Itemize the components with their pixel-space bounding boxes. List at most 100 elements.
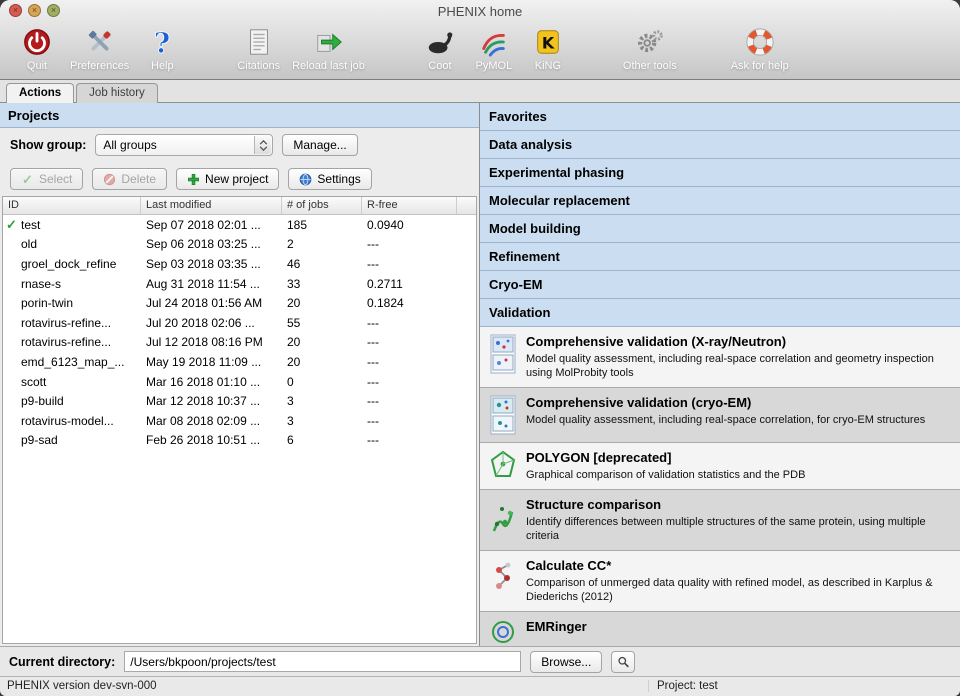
- tab-job-history[interactable]: Job history: [76, 83, 158, 103]
- emringer-icon: [489, 619, 517, 645]
- column-header-filler: [457, 197, 476, 214]
- delete-button[interactable]: Delete: [92, 168, 167, 190]
- toolbar-item-preferences[interactable]: Preferences: [64, 25, 135, 73]
- title-bar: × × × PHENIX home: [0, 0, 960, 22]
- project-job-count: 46: [282, 257, 362, 271]
- tab-actions[interactable]: Actions: [6, 83, 74, 103]
- toolbar-item-pymol[interactable]: PyMOL: [467, 25, 521, 73]
- toolbar-item-citations[interactable]: Citations: [231, 25, 286, 73]
- toolbar-item-coot[interactable]: Coot: [413, 25, 467, 73]
- group-select[interactable]: All groups: [95, 134, 273, 156]
- category-header[interactable]: Validation: [480, 299, 960, 327]
- current-project-status-text: Project: test: [648, 680, 718, 692]
- project-last-modified: Jul 20 2018 02:06 ...: [141, 316, 282, 330]
- toolbar-item-reload-last-job[interactable]: Reload last job: [286, 25, 371, 73]
- settings-button[interactable]: Settings: [288, 168, 371, 190]
- search-directory-button[interactable]: [611, 651, 635, 673]
- category-header[interactable]: Cryo-EM: [480, 271, 960, 299]
- manage-button-label: Manage...: [293, 138, 346, 152]
- show-group-label: Show group:: [10, 138, 86, 152]
- category-header[interactable]: Model building: [480, 215, 960, 243]
- project-row[interactable]: ✓ p9-build Mar 12 2018 10:37 ... 3 ---: [3, 391, 476, 411]
- project-row[interactable]: ✓ porin-twin Jul 24 2018 01:56 AM 20 0.1…: [3, 293, 476, 313]
- project-id: groel_dock_refine: [21, 257, 116, 271]
- project-row[interactable]: ✓ scott Mar 16 2018 01:10 ... 0 ---: [3, 372, 476, 392]
- project-row[interactable]: ✓ rotavirus-refine... Jul 20 2018 02:06 …: [3, 313, 476, 333]
- validation-item-polygon[interactable]: POLYGON [deprecated] Graphical compariso…: [480, 443, 960, 490]
- manage-button[interactable]: Manage...: [282, 134, 357, 156]
- delete-icon: [103, 173, 116, 186]
- project-rfree: ---: [362, 375, 457, 389]
- directory-bar: Current directory: Browse...: [0, 646, 960, 676]
- project-row[interactable]: ✓ p9-sad Feb 26 2018 10:51 ... 6 ---: [3, 431, 476, 451]
- toolbar-label: PyMOL: [476, 60, 513, 72]
- category-header[interactable]: Favorites: [480, 103, 960, 131]
- toolbar-item-quit[interactable]: Quit: [10, 25, 64, 73]
- column-header-jobs[interactable]: # of jobs: [282, 197, 362, 214]
- delete-button-label: Delete: [121, 172, 156, 186]
- validation-item-title: Comprehensive validation (cryo-EM): [526, 395, 925, 410]
- project-job-count: 20: [282, 296, 362, 310]
- browse-button[interactable]: Browse...: [530, 651, 602, 673]
- zoom-window-button[interactable]: ×: [47, 4, 60, 17]
- category-label: Refinement: [489, 249, 560, 264]
- project-rfree: ---: [362, 316, 457, 330]
- close-window-button[interactable]: ×: [9, 4, 22, 17]
- project-job-count: 3: [282, 394, 362, 408]
- category-label: Experimental phasing: [489, 165, 624, 180]
- project-id: old: [21, 237, 37, 251]
- new-project-button[interactable]: New project: [176, 168, 279, 190]
- validation-item-calculate-cc[interactable]: Calculate CC* Comparison of unmerged dat…: [480, 551, 960, 612]
- select-button-label: Select: [39, 172, 72, 186]
- project-id: rotavirus-refine...: [21, 335, 111, 349]
- toolbar-item-help[interactable]: ? Help: [135, 25, 189, 73]
- project-last-modified: May 19 2018 11:09 ...: [141, 355, 282, 369]
- quit-icon: [21, 26, 53, 58]
- toolbar-item-ask-for-help[interactable]: Ask for help: [725, 25, 795, 73]
- validation-item-structure-comparison[interactable]: Structure comparison Identify difference…: [480, 490, 960, 551]
- coot-icon: [424, 26, 456, 58]
- category-header[interactable]: Experimental phasing: [480, 159, 960, 187]
- validation-item-desc: Model quality assessment, including real…: [526, 352, 934, 380]
- tab-strip: Actions Job history: [0, 80, 960, 103]
- current-directory-label: Current directory:: [9, 655, 115, 669]
- toolbar-item-king[interactable]: K KiNG: [521, 25, 575, 73]
- project-id: p9-build: [21, 394, 64, 408]
- column-header-id[interactable]: ID: [3, 197, 141, 214]
- validation-item-xray[interactable]: Comprehensive validation (X-ray/Neutron)…: [480, 327, 960, 388]
- group-select-value: All groups: [103, 138, 156, 152]
- minimize-window-button[interactable]: ×: [28, 4, 41, 17]
- column-header-last-modified[interactable]: Last modified: [141, 197, 282, 214]
- select-button[interactable]: ✓ Select: [10, 168, 83, 190]
- settings-button-label: Settings: [317, 172, 360, 186]
- column-header-rfree[interactable]: R-free: [362, 197, 457, 214]
- toolbar-item-other-tools[interactable]: Other tools: [617, 25, 683, 73]
- project-rfree: ---: [362, 394, 457, 408]
- project-row[interactable]: ✓ test Sep 07 2018 02:01 ... 185 0.0940: [3, 215, 476, 235]
- project-row[interactable]: ✓ emd_6123_map_... May 19 2018 11:09 ...…: [3, 352, 476, 372]
- category-header[interactable]: Refinement: [480, 243, 960, 271]
- validation-item-cryoem[interactable]: Comprehensive validation (cryo-EM) Model…: [480, 388, 960, 443]
- project-row[interactable]: ✓ groel_dock_refine Sep 03 2018 03:35 ..…: [3, 254, 476, 274]
- project-row[interactable]: ✓ rnase-s Aug 31 2018 11:54 ... 33 0.271…: [3, 274, 476, 294]
- project-last-modified: Sep 06 2018 03:25 ...: [141, 237, 282, 251]
- project-row[interactable]: ✓ rotavirus-model... Mar 08 2018 02:09 .…: [3, 411, 476, 431]
- new-project-button-label: New project: [205, 172, 268, 186]
- select-check-icon: ✓: [21, 173, 34, 186]
- project-rfree: ---: [362, 335, 457, 349]
- actions-panel: Favorites Data analysis Experimental pha…: [480, 103, 960, 646]
- project-job-count: 6: [282, 433, 362, 447]
- validation-item-title: Calculate CC*: [526, 558, 934, 573]
- project-last-modified: Jul 24 2018 01:56 AM: [141, 296, 282, 310]
- project-rfree: ---: [362, 355, 457, 369]
- validation-item-emringer[interactable]: EMRinger: [480, 612, 960, 646]
- projects-header: Projects: [0, 103, 479, 128]
- project-last-modified: Mar 08 2018 02:09 ...: [141, 414, 282, 428]
- version-status-text: PHENIX version dev-svn-000: [7, 680, 157, 692]
- category-header[interactable]: Molecular replacement: [480, 187, 960, 215]
- project-row[interactable]: ✓ rotavirus-refine... Jul 12 2018 08:16 …: [3, 333, 476, 353]
- current-directory-input[interactable]: [124, 651, 521, 672]
- project-job-count: 20: [282, 335, 362, 349]
- project-row[interactable]: ✓ old Sep 06 2018 03:25 ... 2 ---: [3, 235, 476, 255]
- category-header[interactable]: Data analysis: [480, 131, 960, 159]
